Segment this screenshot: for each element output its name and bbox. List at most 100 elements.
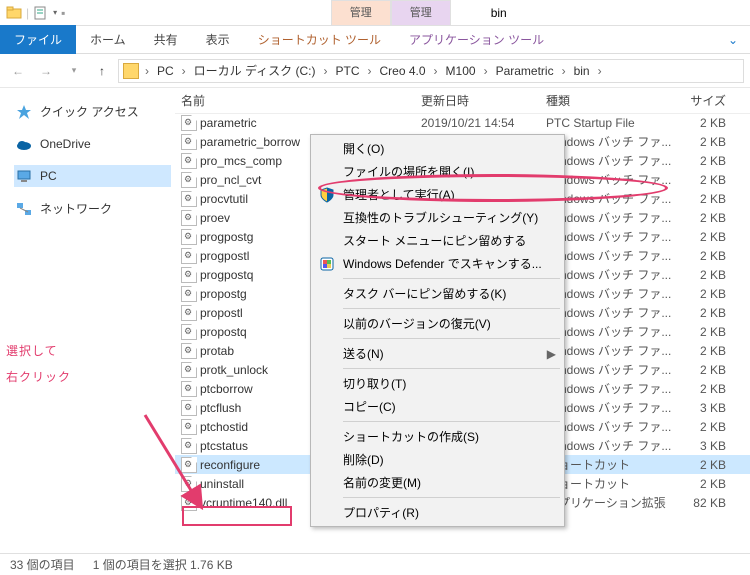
ctx-label: 互換性のトラブルシューティング(Y): [343, 209, 538, 226]
file-size: 2 KB: [676, 458, 726, 472]
nav-recent-dropdown[interactable]: ▾: [62, 59, 86, 83]
file-type: Windows バッチ ファ...: [546, 342, 676, 359]
ctx-item[interactable]: 開く(O): [313, 137, 562, 160]
bc-ptc[interactable]: PTC: [332, 64, 364, 78]
ctx-item[interactable]: ファイルの場所を開く(I): [313, 160, 562, 183]
file-icon: [181, 248, 197, 264]
breadcrumb[interactable]: › PC › ローカル ディスク (C:) › PTC › Creo 4.0 ›…: [118, 59, 744, 83]
bc-m100[interactable]: M100: [442, 64, 480, 78]
file-name: propostl: [200, 306, 243, 320]
bc-drive[interactable]: ローカル ディスク (C:): [190, 62, 320, 79]
ctx-label: 送る(N): [343, 345, 384, 362]
ctx-item[interactable]: コピー(C): [313, 395, 562, 418]
file-size: 2 KB: [676, 287, 726, 301]
file-type: Windows バッチ ファ...: [546, 228, 676, 245]
submenu-arrow-icon: ▶: [547, 347, 556, 361]
bc-parametric[interactable]: Parametric: [492, 64, 558, 78]
file-icon: [181, 381, 197, 397]
file-name: protk_unlock: [200, 363, 268, 377]
column-headers: 名前 更新日時 種類 サイズ: [175, 88, 750, 114]
file-type: ショートカット: [546, 456, 676, 473]
file-icon: [181, 172, 197, 188]
properties-icon[interactable]: [33, 5, 49, 21]
file-date: 2019/10/21 14:54: [421, 116, 546, 130]
bc-sep[interactable]: ›: [143, 64, 151, 78]
sidebar: クイック アクセス OneDrive PC ネットワーク: [0, 88, 175, 553]
ctx-item[interactable]: 管理者として実行(A): [313, 183, 562, 206]
folder-icon: [6, 5, 22, 21]
ctx-label: 切り取り(T): [343, 375, 406, 392]
file-size: 2 KB: [676, 363, 726, 377]
col-size[interactable]: サイズ: [676, 92, 726, 109]
file-type: Windows バッチ ファ...: [546, 190, 676, 207]
ctx-item[interactable]: 送る(N) ▶: [313, 342, 562, 365]
ctx-item[interactable]: ショートカットの作成(S): [313, 425, 562, 448]
file-name: parametric_borrow: [200, 135, 300, 149]
tab-file[interactable]: ファイル: [0, 25, 76, 54]
sidebar-quick-access[interactable]: クイック アクセス: [14, 100, 171, 123]
ctx-item[interactable]: 互換性のトラブルシューティング(Y): [313, 206, 562, 229]
ctx-item[interactable]: プロパティ(R): [313, 501, 562, 524]
file-type: ショートカット: [546, 475, 676, 492]
ctx-separator: [343, 338, 560, 339]
sidebar-onedrive[interactable]: OneDrive: [14, 133, 171, 155]
col-date[interactable]: 更新日時: [421, 92, 546, 109]
bc-creo[interactable]: Creo 4.0: [376, 64, 430, 78]
ctx-item[interactable]: 以前のバージョンの復元(V): [313, 312, 562, 335]
sidebar-network[interactable]: ネットワーク: [14, 197, 171, 220]
file-name: procvtutil: [200, 192, 248, 206]
file-name: propostq: [200, 325, 247, 339]
file-size: 2 KB: [676, 173, 726, 187]
qat-dropdown-icon[interactable]: ▾: [53, 8, 57, 17]
pc-icon: [16, 168, 32, 184]
ctx-label: Windows Defender でスキャンする...: [343, 255, 542, 272]
ctx-item[interactable]: 削除(D): [313, 448, 562, 471]
file-name: ptcstatus: [200, 439, 248, 453]
tab-view[interactable]: 表示: [192, 25, 244, 54]
ctx-item[interactable]: スタート メニューにピン留めする: [313, 229, 562, 252]
col-name[interactable]: 名前: [181, 92, 421, 109]
ctx-label: ショートカットの作成(S): [343, 428, 479, 445]
ctx-item[interactable]: タスク バーにピン留めする(K): [313, 282, 562, 305]
ctx-item[interactable]: Windows Defender でスキャンする...: [313, 252, 562, 275]
titlebar: | ▾ ▪ 管理 管理 bin: [0, 0, 750, 26]
qat-chevron: ▪: [61, 6, 65, 20]
file-type: Windows バッチ ファ...: [546, 399, 676, 416]
tab-shortcut-tools[interactable]: ショートカット ツール: [244, 25, 395, 54]
contextual-tabs: 管理 管理: [331, 0, 451, 25]
nav-up[interactable]: ↑: [90, 59, 114, 83]
file-type: Windows バッチ ファ...: [546, 323, 676, 340]
ctx-label: 以前のバージョンの復元(V): [343, 315, 491, 332]
file-size: 2 KB: [676, 344, 726, 358]
tab-share[interactable]: 共有: [140, 25, 192, 54]
tab-app-tools[interactable]: アプリケーション ツール: [395, 25, 558, 54]
file-size: 2 KB: [676, 192, 726, 206]
file-type: アプリケーション拡張: [546, 494, 676, 511]
ctx-separator: [343, 308, 560, 309]
col-type[interactable]: 種類: [546, 92, 676, 109]
file-row[interactable]: parametric2019/10/21 14:54PTC Startup Fi…: [175, 114, 750, 132]
file-icon: [181, 419, 197, 435]
sidebar-pc[interactable]: PC: [14, 165, 171, 187]
bc-pc[interactable]: PC: [153, 64, 178, 78]
file-name: proev: [200, 211, 230, 225]
shortcut-tools-header: 管理: [331, 0, 391, 25]
file-type: Windows バッチ ファ...: [546, 209, 676, 226]
file-icon: [181, 457, 197, 473]
file-size: 2 KB: [676, 268, 726, 282]
star-icon: [16, 104, 32, 120]
file-icon: [181, 210, 197, 226]
file-icon: [181, 267, 197, 283]
bc-bin[interactable]: bin: [570, 64, 594, 78]
tab-home[interactable]: ホーム: [76, 25, 140, 54]
file-type: Windows バッチ ファ...: [546, 361, 676, 378]
expand-ribbon-icon[interactable]: ⌄: [716, 33, 750, 47]
app-tools-header: 管理: [391, 0, 451, 25]
ctx-item[interactable]: 名前の変更(M): [313, 471, 562, 494]
file-icon: [181, 343, 197, 359]
file-icon: [181, 400, 197, 416]
file-size: 2 KB: [676, 325, 726, 339]
ctx-separator: [343, 278, 560, 279]
ctx-item[interactable]: 切り取り(T): [313, 372, 562, 395]
nav-back[interactable]: ←: [6, 59, 30, 83]
